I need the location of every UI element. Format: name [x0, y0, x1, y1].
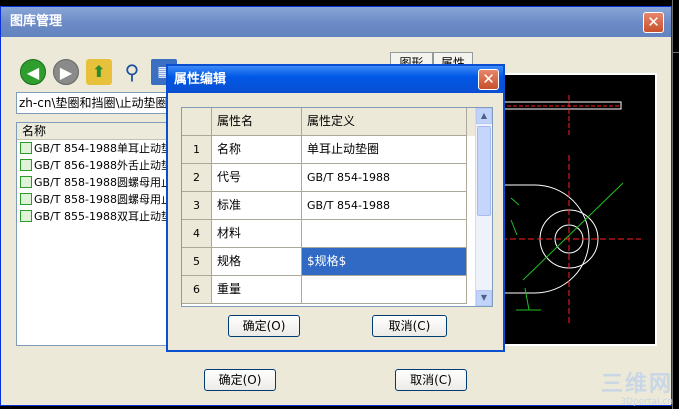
watermark-main: 三维网 — [600, 372, 673, 397]
row-number: 1 — [182, 136, 212, 164]
list-item[interactable]: GB/T 856-1988外舌止动垫圈 — [17, 157, 175, 174]
drawing-icon — [20, 159, 32, 171]
drawing-icon — [20, 142, 32, 154]
drawing-icon — [20, 210, 32, 222]
list-header-name[interactable]: 名称 — [17, 123, 175, 140]
attr-value-cell[interactable] — [302, 276, 467, 304]
property-edit-dialog: 属性编辑 ✕ 属性名 属性定义 1 名称 单耳止动垫圈 2 代号 GB/T 85… — [166, 64, 505, 352]
drawing-icon — [20, 176, 32, 188]
scroll-thumb[interactable] — [477, 126, 491, 216]
list-item[interactable]: GB/T 854-1988单耳止动垫圈 — [17, 140, 175, 157]
property-grid: 属性名 属性定义 1 名称 单耳止动垫圈 2 代号 GB/T 854-1988 … — [181, 107, 493, 307]
attr-name-cell[interactable]: 材料 — [212, 220, 302, 248]
close-icon[interactable]: ✕ — [478, 69, 499, 90]
corner-cell — [182, 108, 212, 136]
attr-name-cell[interactable]: 标准 — [212, 192, 302, 220]
search-icon[interactable]: ⚲ — [119, 59, 145, 85]
column-header-definition[interactable]: 属性定义 — [302, 108, 467, 136]
dialog-ok-button[interactable]: 确定(O) — [228, 315, 300, 337]
grid-header: 属性名 属性定义 — [182, 108, 479, 136]
scroll-down-icon[interactable]: ▼ — [476, 290, 492, 306]
column-header-name[interactable]: 属性名 — [212, 108, 302, 136]
drawing-preview — [499, 73, 657, 346]
drawing-list: 名称 GB/T 854-1988单耳止动垫圈 GB/T 856-1988外舌止动… — [16, 122, 176, 346]
watermark-sub: 3Dportal.cn — [620, 397, 673, 407]
washer-drawing — [501, 95, 641, 325]
row-number: 2 — [182, 164, 212, 192]
attr-value-cell[interactable]: GB/T 854-1988 — [302, 192, 467, 220]
forward-icon[interactable]: ▶ — [53, 59, 79, 85]
dialog-title: 属性编辑 — [174, 72, 227, 87]
attr-name-cell[interactable]: 重量 — [212, 276, 302, 304]
path-field[interactable]: zh-cn\垫圈和挡圈\止动垫圈\ — [16, 92, 176, 114]
attr-value-cell[interactable]: 单耳止动垫圈 — [302, 136, 467, 164]
list-item[interactable]: GB/T 858-1988圆螺母用止动垫圈 — [17, 174, 175, 191]
attr-value-cell[interactable]: GB/T 854-1988 — [302, 164, 467, 192]
list-item[interactable]: GB/T 855-1988双耳止动垫圈 — [17, 208, 175, 225]
attr-name-cell[interactable]: 名称 — [212, 136, 302, 164]
cancel-button[interactable]: 取消(C) — [395, 369, 467, 391]
window-title-bar[interactable]: 图库管理 — [1, 7, 671, 37]
attr-value-cell[interactable] — [302, 220, 467, 248]
attr-name-cell[interactable]: 代号 — [212, 164, 302, 192]
ok-button[interactable]: 确定(O) — [204, 369, 276, 391]
vertical-scrollbar[interactable]: ▲ ▼ — [475, 108, 492, 306]
attr-value-cell-selected[interactable]: $规格$ — [302, 248, 467, 276]
row-number: 4 — [182, 220, 212, 248]
list-item[interactable]: GB/T 858-1988圆螺母用止动垫圈 — [17, 191, 175, 208]
back-icon[interactable]: ◀ — [20, 59, 46, 85]
desktop-line — [672, 0, 673, 409]
row-number: 3 — [182, 192, 212, 220]
close-icon[interactable]: ✕ — [643, 12, 664, 33]
row-number: 5 — [182, 248, 212, 276]
watermark-logo: 三维网 3Dportal.cn — [600, 372, 673, 408]
dialog-title-bar[interactable]: 属性编辑 — [168, 66, 503, 93]
up-folder-icon[interactable]: ⬆ — [86, 59, 112, 85]
window-title: 图库管理 — [10, 14, 63, 29]
attr-name-cell[interactable]: 规格 — [212, 248, 302, 276]
drawing-icon — [20, 193, 32, 205]
scroll-up-icon[interactable]: ▲ — [476, 108, 492, 124]
row-number: 6 — [182, 276, 212, 304]
dialog-cancel-button[interactable]: 取消(C) — [372, 315, 447, 337]
